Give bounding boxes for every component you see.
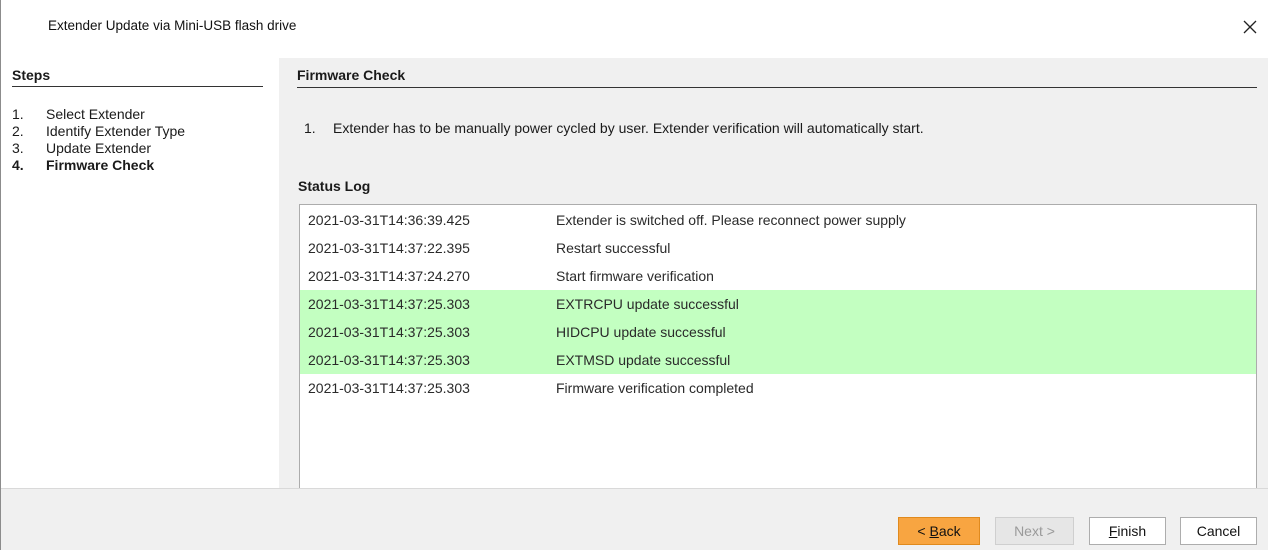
step-label: Update Extender [46,140,152,156]
log-row[interactable]: 2021-03-31T14:37:22.395 Restart successfu… [300,234,1256,262]
title-bar: Extender Update via Mini-USB flash drive [1,0,1268,58]
window-title: Extender Update via Mini-USB flash drive [48,18,297,33]
log-message: HIDCPU update successful [556,324,726,340]
log-timestamp: 2021-03-31T14:37:25.303 [308,296,470,312]
log-row[interactable]: 2021-03-31T14:37:25.303 EXTRCPU update su… [300,290,1256,318]
log-timestamp: 2021-03-31T14:36:39.425 [308,212,470,228]
log-row[interactable]: 2021-03-31T14:37:25.303 HIDCPU update suc… [300,318,1256,346]
log-message: EXTMSD update successful [556,352,731,368]
wizard-dialog: Extender Update via Mini-USB flash drive… [0,0,1268,550]
steps-header: Steps [12,67,263,87]
log-timestamp: 2021-03-31T14:37:25.303 [308,380,470,396]
steps-list: 1. Select Extender 2. Identify Extender Ty… [12,106,185,174]
step-item: 2. Identify Extender Type [12,123,186,139]
log-message: Firmware verification completed [556,380,754,396]
instruction-text: 1. Extender has to be manually power cycl… [304,120,924,136]
log-message: Restart successful [556,240,671,256]
log-message: Extender is switched off. Please reconne… [556,212,906,228]
step-item: 3. Update Extender [12,140,152,156]
step-label: Select Extender [46,106,145,122]
log-row[interactable]: 2021-03-31T14:36:39.425 Extender is switc… [300,206,1256,234]
log-timestamp: 2021-03-31T14:37:24.270 [308,268,470,284]
button-bar: < Back Next > Finish Cancel [1,488,1268,550]
step-label: Firmware Check [46,157,155,173]
log-message: Start firmware verification [556,268,714,284]
status-log-list[interactable]: 2021-03-31T14:36:39.425 Extender is switc… [299,204,1257,488]
close-button[interactable] [1231,12,1268,42]
status-log-label: Status Log [298,178,371,194]
step-label: Identify Extender Type [46,123,186,139]
finish-button[interactable]: Finish [1089,517,1166,545]
log-row[interactable]: 2021-03-31T14:37:25.303 Firmware verifica… [300,374,1256,402]
log-message: EXTRCPU update successful [556,296,739,312]
section-title: Firmware Check [297,67,1257,88]
back-button[interactable]: < Back [898,517,980,545]
steps-sidebar: Steps 1. Select Extender 2. Identify Exten… [1,58,279,488]
log-timestamp: 2021-03-31T14:37:25.303 [308,324,470,340]
step-content: Firmware Check 1. Extender has to be manu… [279,58,1268,488]
cancel-button[interactable]: Cancel [1180,517,1257,545]
close-icon [1243,20,1257,34]
step-item: 1. Select Extender [12,106,145,122]
log-row[interactable]: 2021-03-31T14:37:24.270 Start firmware ve… [300,262,1256,290]
log-timestamp: 2021-03-31T14:37:25.303 [308,352,470,368]
next-button: Next > [995,517,1074,545]
log-row[interactable]: 2021-03-31T14:37:25.303 EXTMSD update suc… [300,346,1256,374]
log-timestamp: 2021-03-31T14:37:22.395 [308,240,470,256]
step-item-active: 4. Firmware Check [12,157,155,173]
